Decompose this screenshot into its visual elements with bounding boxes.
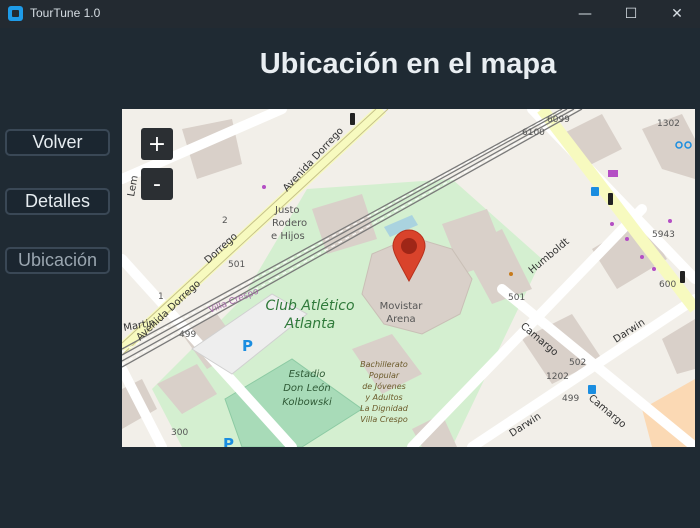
area-label: Atlanta: [284, 316, 335, 332]
app-icon: [8, 6, 23, 21]
house-number: 1: [158, 292, 164, 302]
page-title: Ubicación en el mapa: [259, 48, 557, 80]
house-number: 501: [228, 260, 245, 270]
house-number: 1302: [657, 119, 680, 129]
minimize-button[interactable]: —: [562, 0, 608, 28]
bus-stop-icon: [588, 385, 596, 394]
location-button[interactable]: Ubicación: [5, 247, 110, 274]
poi-label: y Adultos: [364, 393, 402, 402]
poi-label: Bachillerato: [360, 360, 408, 369]
maximize-button[interactable]: ☐: [608, 0, 654, 28]
house-number: 502: [569, 358, 586, 368]
poi-label: Estadio: [289, 369, 326, 380]
house-number: 6099: [547, 115, 570, 125]
poi-label: Justo: [274, 205, 300, 216]
poi-label: Rodero: [272, 218, 307, 229]
poi-label: Arena: [386, 314, 415, 325]
title-bar: TourTune 1.0 — ☐ ✕: [0, 0, 700, 28]
house-number: 499: [179, 330, 196, 340]
details-button[interactable]: Detalles: [5, 188, 110, 215]
parking-label: P: [242, 337, 253, 355]
house-number: 600: [659, 280, 676, 290]
zoom-in-button[interactable]: +: [141, 128, 173, 160]
close-button[interactable]: ✕: [654, 0, 700, 28]
house-number: 499: [562, 394, 579, 404]
house-number: 300: [171, 428, 188, 438]
bus-stop-icon: [591, 187, 599, 196]
poi-label: e Hijos: [271, 231, 305, 242]
house-number: 5943: [652, 230, 675, 240]
map-canvas: Avenida Dorrego Avenida Dorrego Dorrego …: [122, 109, 695, 447]
poi-label: Popular: [369, 371, 400, 380]
map-view[interactable]: Avenida Dorrego Avenida Dorrego Dorrego …: [122, 109, 695, 447]
zoom-out-button[interactable]: -: [141, 168, 173, 200]
house-number: 501: [508, 293, 525, 303]
poi-label: Don León: [283, 382, 331, 394]
back-button[interactable]: Volver: [5, 129, 110, 156]
poi-label: de Jóvenes: [362, 381, 406, 391]
area-label: Club Atlético: [265, 298, 354, 314]
poi-label: La Dignidad: [360, 404, 409, 413]
poi-label: Villa Crespo: [360, 415, 408, 424]
house-number: 2: [222, 216, 228, 226]
window-title: TourTune 1.0: [30, 6, 101, 20]
poi-label: Movistar: [380, 301, 424, 312]
house-number: 1202: [546, 372, 569, 382]
house-number: 6100: [522, 128, 545, 138]
poi-label: Kolbowski: [282, 397, 332, 408]
shop-icon: [608, 170, 618, 177]
parking-label: P: [223, 435, 234, 447]
